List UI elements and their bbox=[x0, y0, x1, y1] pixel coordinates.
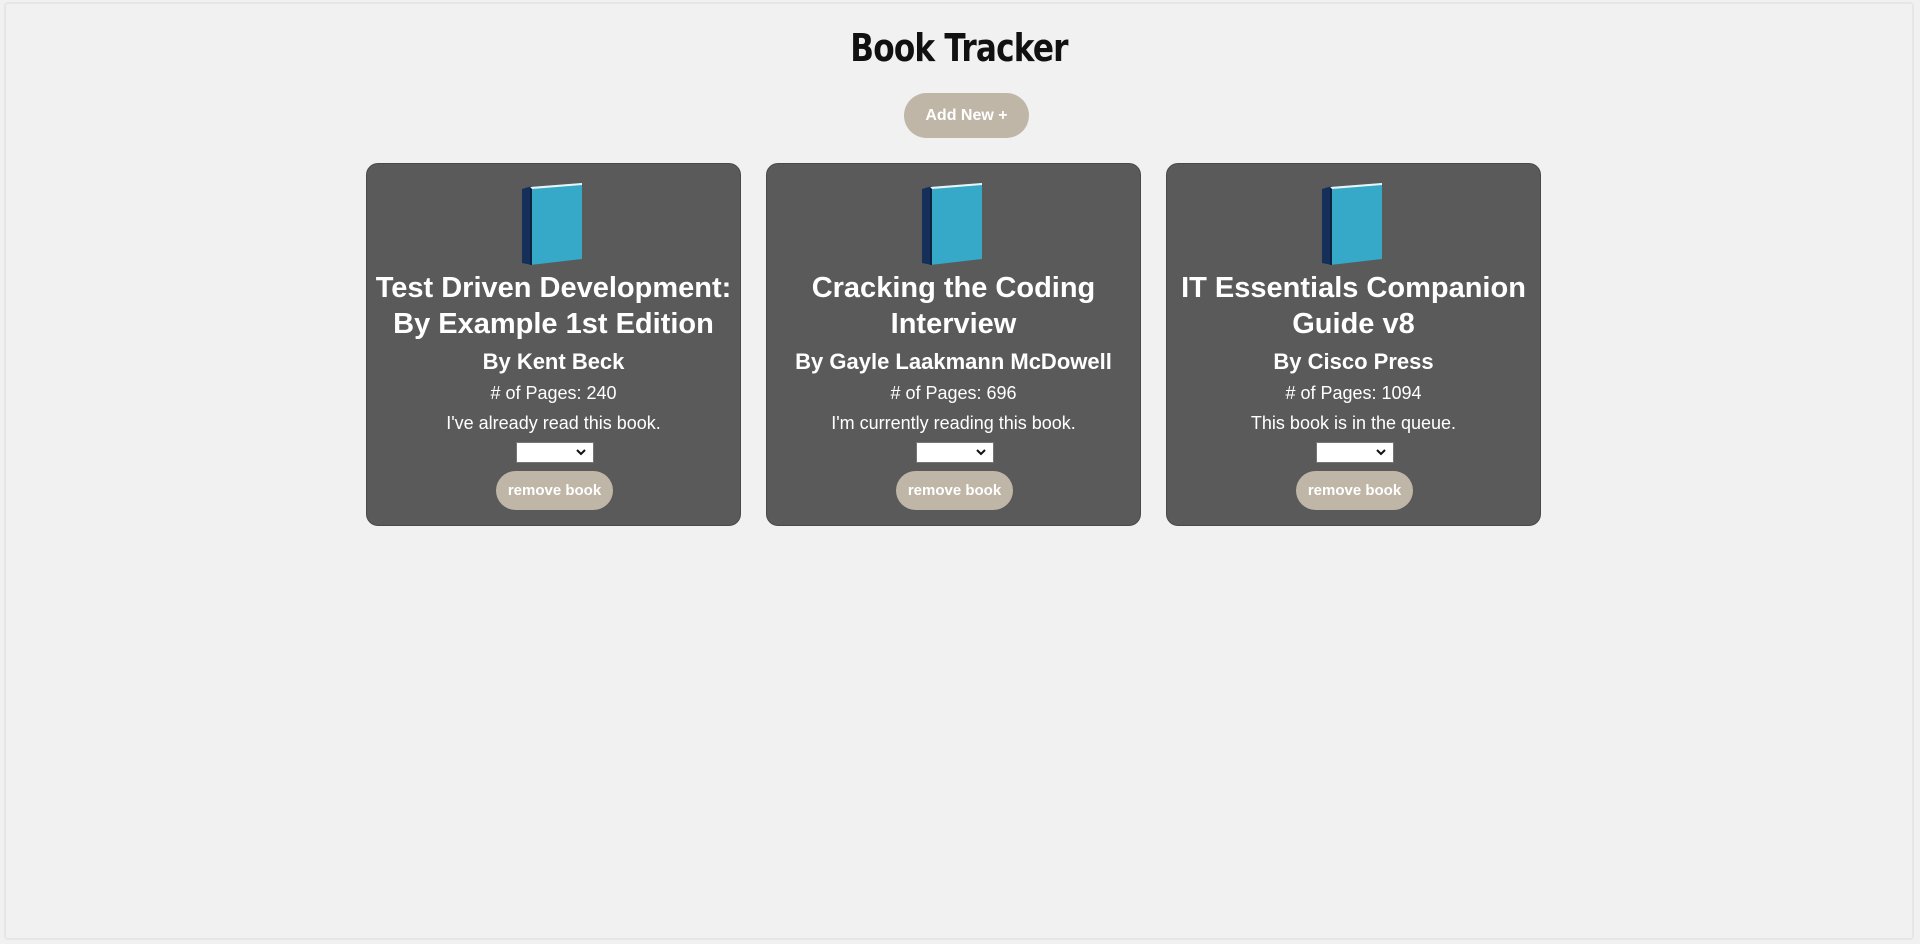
book-pages: # of Pages: 240 bbox=[490, 383, 617, 403]
book-pages: # of Pages: 696 bbox=[890, 383, 1017, 403]
book-author: By Gayle Laakmann McDowell bbox=[795, 349, 1112, 374]
chevron-down-icon bbox=[576, 449, 586, 456]
remove-book-button[interactable]: remove book bbox=[1296, 471, 1413, 510]
book-icon bbox=[522, 183, 582, 265]
book-title: IT Essentials Companion Guide v8 bbox=[1181, 272, 1526, 340]
status-select[interactable] bbox=[1316, 442, 1394, 463]
book-title: Cracking the Coding Interview bbox=[811, 272, 1096, 340]
book-icon bbox=[922, 183, 982, 265]
book-status: I'm currently reading this book. bbox=[831, 413, 1076, 433]
book-author: By Cisco Press bbox=[1273, 349, 1434, 374]
book-status: This book is in the queue. bbox=[1250, 413, 1457, 433]
remove-book-button[interactable]: remove book bbox=[896, 471, 1013, 510]
book-card: Cracking the Coding Interview By Gayle L… bbox=[766, 163, 1141, 526]
chevron-down-icon bbox=[1376, 449, 1386, 456]
book-status: I've already read this book. bbox=[446, 413, 661, 433]
page-container: Book Tracker Add New + Test Driven Devel… bbox=[4, 2, 1914, 940]
book-author: By Kent Beck bbox=[482, 349, 625, 374]
remove-book-button[interactable]: remove book bbox=[496, 471, 613, 510]
add-new-book-button[interactable]: Add New + bbox=[904, 93, 1029, 138]
status-select[interactable] bbox=[516, 442, 594, 463]
book-card: IT Essentials Companion Guide v8 By Cisc… bbox=[1166, 163, 1541, 526]
book-card: Test Driven Development: By Example 1st … bbox=[366, 163, 741, 526]
status-select[interactable] bbox=[916, 442, 994, 463]
book-title: Test Driven Development: By Example 1st … bbox=[375, 272, 732, 340]
book-icon bbox=[1322, 183, 1382, 265]
chevron-down-icon bbox=[976, 449, 986, 456]
page-title: Book Tracker bbox=[850, 26, 1068, 70]
book-pages: # of Pages: 1094 bbox=[1285, 383, 1422, 403]
